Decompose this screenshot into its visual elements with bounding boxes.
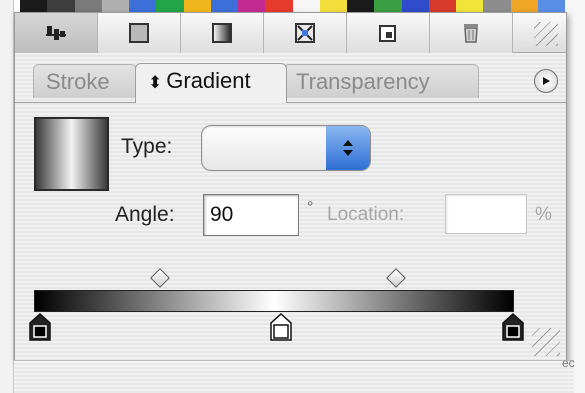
color-swatch-strip [20,0,565,12]
palette-menu-button[interactable] [534,69,558,93]
color-stop-middle[interactable] [269,313,293,341]
color-swatch[interactable] [210,0,238,12]
gradient-content: Type: Angle: ° Location: % [15,103,566,360]
panel-tabs: Stroke ⬍ Gradient Transparency [15,53,566,103]
up-down-arrows-icon [343,140,353,156]
align-button[interactable] [15,13,98,53]
resize-grip-icon[interactable] [532,328,560,356]
color-swatch[interactable] [428,0,456,12]
swatch-gradient-icon [211,22,233,44]
color-swatch[interactable] [292,0,320,12]
color-swatch[interactable] [20,0,48,12]
tab-arrows-icon: ⬍ [148,73,163,92]
tab-gradient[interactable]: ⬍ Gradient [135,63,287,103]
delete-swatch-button[interactable] [430,13,513,53]
midpoint-marker-right[interactable] [386,268,406,288]
degree-symbol: ° [307,199,314,216]
tab-stroke-label: Stroke [46,69,110,94]
color-swatch[interactable] [47,0,75,12]
angle-label: Angle: [115,203,175,226]
tab-transparency[interactable]: Transparency [283,64,479,98]
color-stop-right[interactable] [501,313,525,341]
tab-gradient-label: Gradient [166,68,251,93]
color-swatch[interactable] [129,0,157,12]
color-swatch[interactable] [510,0,538,12]
swatch-solid-icon [128,22,150,44]
midpoint-marker-left[interactable] [150,268,170,288]
pattern-swatch-button[interactable] [264,13,347,53]
type-label: Type: [121,135,173,158]
gradient-palette: Stroke ⬍ Gradient Transparency Type: Angl… [14,12,567,361]
color-swatch[interactable] [347,0,375,12]
align-icon [45,22,67,44]
color-swatch[interactable] [401,0,429,12]
swatch-pattern-icon [294,22,316,44]
type-select[interactable] [201,125,371,171]
color-swatch[interactable] [101,0,129,12]
gradient-swatch-button[interactable] [181,13,264,53]
triangle-right-icon [543,77,550,85]
background-window [14,360,574,393]
color-swatch[interactable] [456,0,484,12]
left-window-edge [0,0,14,393]
color-swatch[interactable] [483,0,511,12]
trash-icon [460,22,482,44]
new-swatch-button[interactable] [347,13,430,53]
gradient-ramp [34,290,514,312]
toolbar-resize-grip-icon [534,22,558,46]
select-arrows-button[interactable] [326,126,370,170]
angle-input[interactable] [203,194,299,236]
palette-toolbar [15,13,566,53]
tab-transparency-label: Transparency [296,69,430,94]
color-swatch[interactable] [265,0,293,12]
gradient-preview [34,117,109,191]
new-swatch-icon [377,22,399,44]
location-input[interactable] [445,194,527,234]
color-swatch[interactable] [374,0,402,12]
color-swatch[interactable] [156,0,184,12]
toolbar-grip [513,13,566,52]
color-swatch[interactable] [537,0,565,12]
location-label: Location: [327,204,405,225]
background-text: ec [562,356,575,370]
color-swatch[interactable] [238,0,266,12]
tab-stroke[interactable]: Stroke [33,64,137,98]
color-stop-left[interactable] [28,313,52,341]
color-swatch[interactable] [183,0,211,12]
percent-symbol: % [535,204,552,225]
solid-swatch-button[interactable] [98,13,181,53]
color-swatch[interactable] [74,0,102,12]
color-swatch[interactable] [319,0,347,12]
